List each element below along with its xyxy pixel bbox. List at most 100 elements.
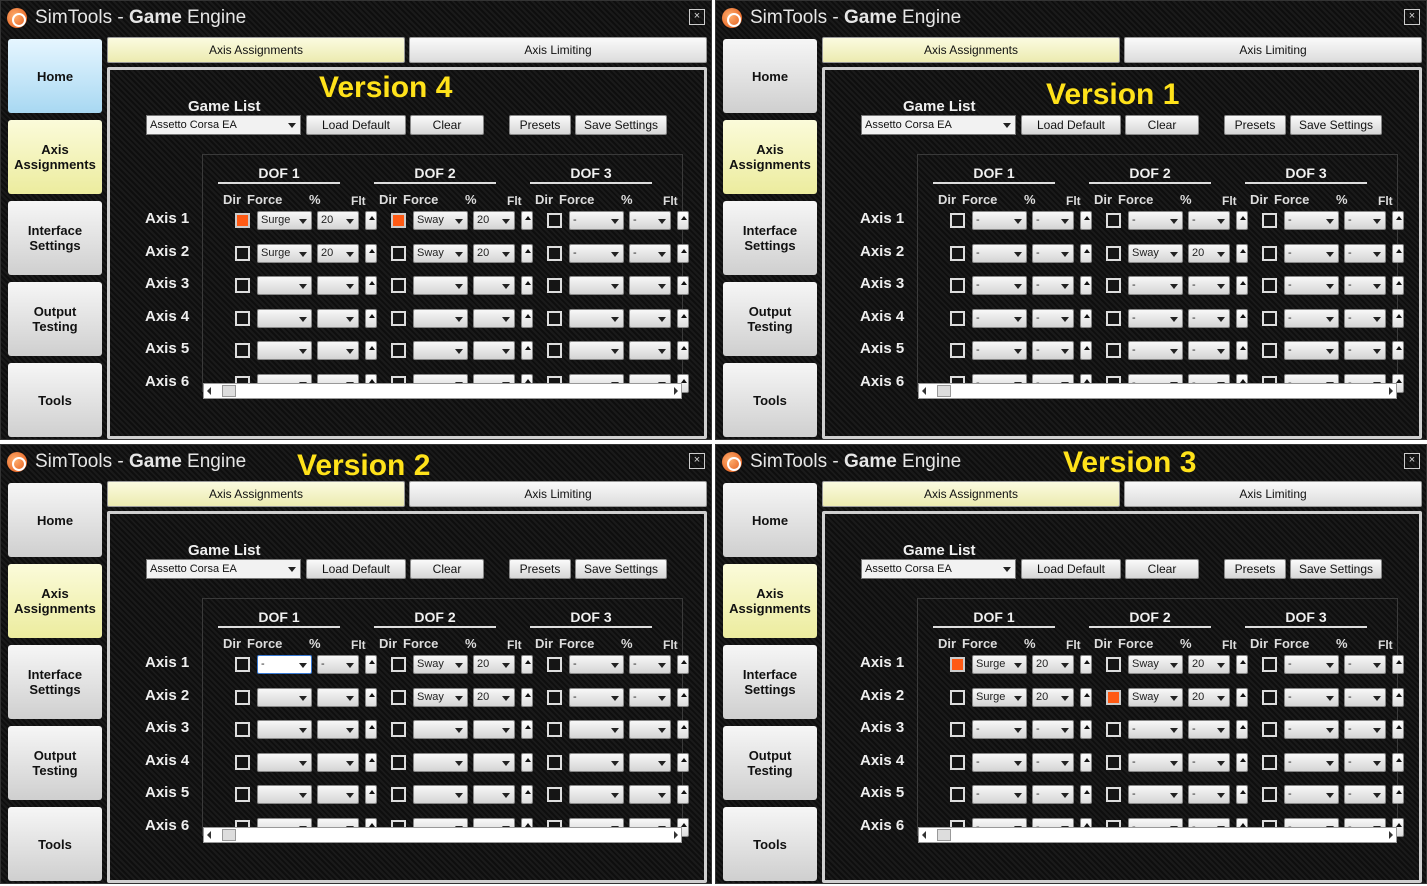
filter-toggle[interactable] [1392,687,1404,707]
filter-toggle[interactable] [521,720,533,739]
scroll-thumb[interactable] [222,829,236,841]
load-default-button[interactable]: Load Default [1021,115,1121,135]
percent-select[interactable] [317,720,359,739]
tab-axis-limiting[interactable]: Axis Limiting [1124,481,1422,507]
title-bar[interactable]: SimTools - Game Engine [716,1,1426,35]
filter-toggle[interactable] [365,308,377,328]
force-select[interactable]: Surge [257,211,312,230]
title-bar[interactable]: SimTools - Game Engine [1,1,711,35]
game-list-select[interactable]: Assetto Corsa EA [146,559,301,579]
percent-select[interactable]: - [1344,785,1386,804]
filter-toggle[interactable] [1236,308,1248,328]
direction-checkbox[interactable] [950,343,965,358]
force-select[interactable] [413,752,468,772]
force-select[interactable]: - [1128,211,1183,230]
scroll-right-icon[interactable] [674,387,678,395]
direction-checkbox[interactable] [1106,278,1121,293]
force-select[interactable]: Sway [1128,655,1183,674]
percent-select[interactable] [317,752,359,772]
force-select[interactable] [257,276,312,295]
close-icon[interactable]: × [689,453,705,469]
direction-checkbox[interactable] [547,213,562,228]
percent-select[interactable]: 20 [473,655,515,674]
nav-output-testing[interactable]: Output Testing [723,726,817,800]
filter-toggle[interactable] [1392,785,1404,804]
percent-select[interactable] [473,785,515,804]
percent-select[interactable]: - [1344,720,1386,739]
filter-toggle[interactable] [1080,211,1092,230]
direction-checkbox[interactable] [391,343,406,358]
force-select[interactable] [413,308,468,328]
percent-select[interactable]: - [1032,341,1074,360]
direction-checkbox[interactable] [1262,310,1277,326]
clear-button[interactable]: Clear [1125,559,1199,579]
nav-home[interactable]: Home [723,483,817,557]
nav-interface-settings[interactable]: Interface Settings [8,201,102,275]
force-select[interactable] [413,276,468,295]
force-select[interactable]: Sway [1128,243,1183,263]
direction-checkbox[interactable] [391,689,406,705]
filter-toggle[interactable] [677,720,689,739]
force-select[interactable] [569,341,624,360]
nav-home[interactable]: Home [8,483,102,557]
force-select[interactable] [257,785,312,804]
scroll-left-icon[interactable] [922,387,926,395]
filter-toggle[interactable] [365,720,377,739]
save-settings-button[interactable]: Save Settings [575,559,667,579]
presets-button[interactable]: Presets [1224,115,1286,135]
tab-axis-limiting[interactable]: Axis Limiting [409,37,707,63]
direction-checkbox[interactable] [547,310,562,326]
force-select[interactable]: - [1284,211,1339,230]
force-select[interactable] [569,308,624,328]
filter-toggle[interactable] [521,655,533,674]
force-select[interactable]: - [569,243,624,263]
force-select[interactable] [413,785,468,804]
force-select[interactable] [257,687,312,707]
clear-button[interactable]: Clear [1125,115,1199,135]
game-list-select[interactable]: Assetto Corsa EA [146,115,301,135]
force-select[interactable]: Surge [972,655,1027,674]
percent-select[interactable] [629,341,671,360]
filter-toggle[interactable] [1392,243,1404,263]
percent-select[interactable] [317,687,359,707]
tab-axis-assignments[interactable]: Axis Assignments [822,37,1120,63]
filter-toggle[interactable] [677,752,689,772]
nav-tools[interactable]: Tools [8,363,102,437]
filter-toggle[interactable] [1392,211,1404,230]
percent-select[interactable]: - [1032,752,1074,772]
direction-checkbox[interactable] [1262,787,1277,802]
percent-select[interactable]: - [1344,341,1386,360]
filter-toggle[interactable] [521,276,533,295]
filter-toggle[interactable] [1392,752,1404,772]
direction-checkbox[interactable] [1106,245,1121,261]
filter-toggle[interactable] [1392,720,1404,739]
force-select[interactable]: - [1284,276,1339,295]
clear-button[interactable]: Clear [410,559,484,579]
percent-select[interactable]: - [1188,211,1230,230]
save-settings-button[interactable]: Save Settings [1290,559,1382,579]
tab-axis-limiting[interactable]: Axis Limiting [1124,37,1422,63]
direction-checkbox[interactable] [547,689,562,705]
direction-checkbox[interactable] [391,787,406,802]
percent-select[interactable]: 20 [1032,687,1074,707]
load-default-button[interactable]: Load Default [306,559,406,579]
percent-select[interactable] [317,785,359,804]
filter-toggle[interactable] [1080,785,1092,804]
force-select[interactable]: - [1128,752,1183,772]
tab-axis-assignments[interactable]: Axis Assignments [822,481,1120,507]
direction-checkbox[interactable] [235,310,250,326]
direction-checkbox[interactable] [1262,689,1277,705]
percent-select[interactable]: 20 [1188,687,1230,707]
game-list-select[interactable]: Assetto Corsa EA [861,115,1016,135]
direction-checkbox[interactable] [235,245,250,261]
force-select[interactable]: - [1284,720,1339,739]
filter-toggle[interactable] [521,785,533,804]
force-select[interactable]: - [1284,687,1339,707]
percent-select[interactable]: - [1032,276,1074,295]
direction-checkbox[interactable] [1106,754,1121,770]
percent-select[interactable]: - [1032,308,1074,328]
filter-toggle[interactable] [1392,341,1404,360]
direction-checkbox[interactable] [235,722,250,737]
percent-select[interactable]: - [1032,211,1074,230]
direction-checkbox[interactable] [391,722,406,737]
